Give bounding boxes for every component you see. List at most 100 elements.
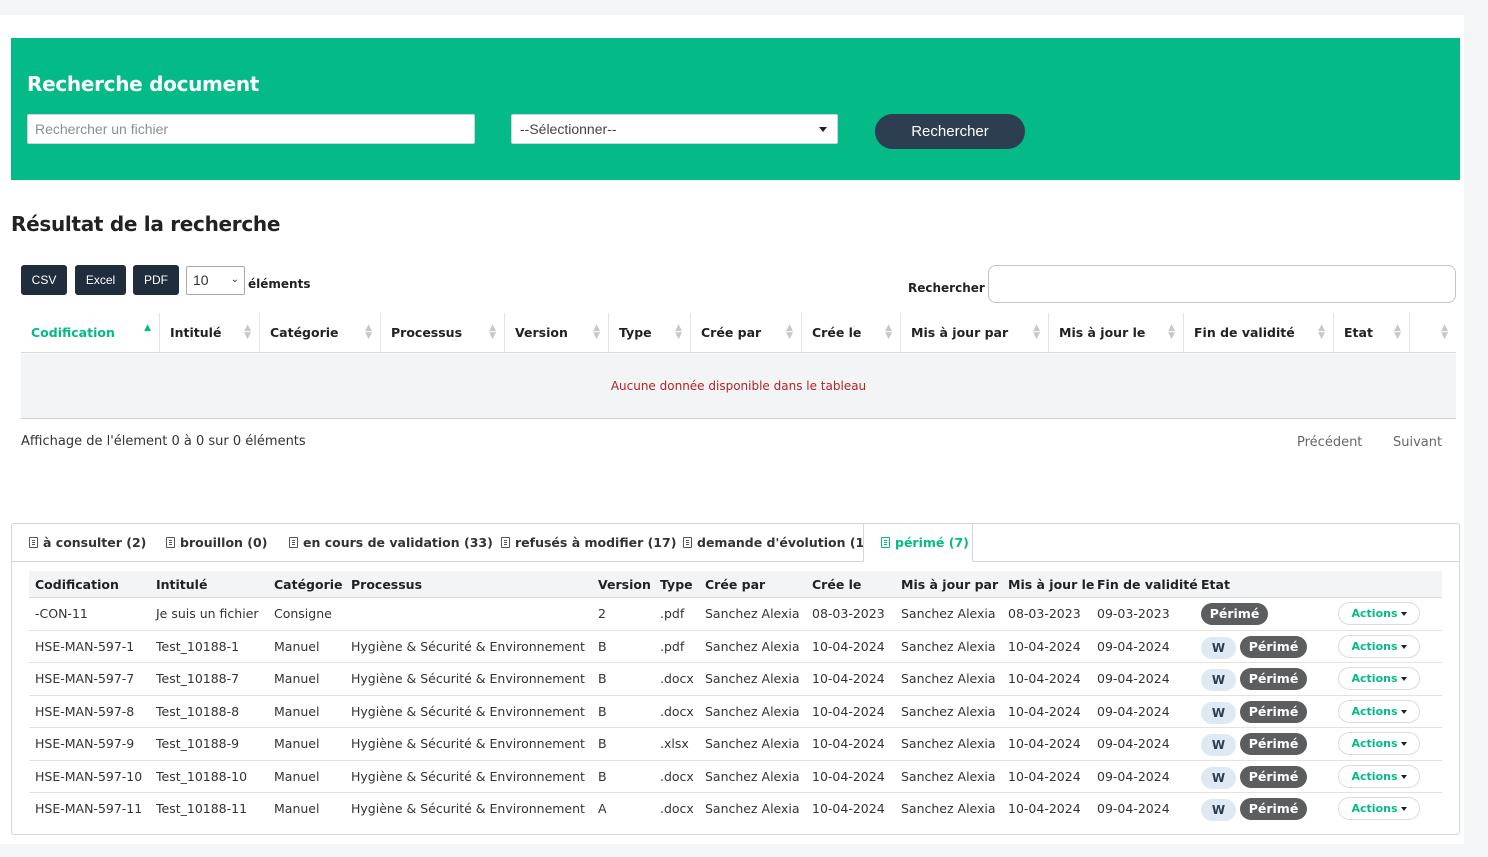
word-badge[interactable]: W [1201, 636, 1236, 659]
actions-label: Actions [1351, 639, 1398, 653]
cell-categorie: Manuel [274, 638, 320, 654]
word-badge[interactable]: W [1201, 701, 1236, 724]
cell-intitule: Test_10188-1 [156, 638, 240, 654]
column-header-type[interactable]: Type [660, 577, 693, 592]
cell-fin-de-validite: 09-04-2024 [1097, 801, 1170, 816]
word-badge[interactable]: W [1201, 766, 1236, 789]
sort-arrows-icon: ▲ [144, 323, 151, 333]
actions-dropdown-button[interactable]: Actions [1338, 667, 1420, 690]
column-header-cree-le[interactable]: Crée le [812, 577, 861, 592]
status-badge: Périmé [1201, 603, 1268, 625]
cell-processus: Hygiène & Sécurité & Environnement [351, 768, 585, 784]
export-excel-button[interactable]: Excel [75, 265, 126, 295]
actions-dropdown-button[interactable]: Actions [1338, 732, 1420, 755]
table-row: HSE-MAN-597-1 Test_10188-1 Manuel Hygiène &… [29, 631, 1442, 663]
column-header-codification[interactable]: Codification [35, 577, 119, 592]
cell-version: B [598, 671, 607, 686]
word-badge[interactable]: W [1201, 669, 1236, 691]
cell-intitule: Test_10188-9 [156, 736, 240, 751]
column-header-cree-le[interactable]: Crée le ▲ ▼ [802, 313, 901, 353]
cell-cree-par: Sanchez Alexia [705, 801, 800, 816]
status-badge: Périmé [1240, 635, 1307, 658]
cell-codification: HSE-MAN-597-8 [35, 703, 135, 719]
column-header-categorie[interactable]: Catégorie [274, 577, 343, 592]
category-select[interactable]: --Sélectionner-- [511, 114, 838, 144]
cell-version: B [598, 638, 607, 654]
cell-categorie: Manuel [274, 671, 320, 686]
cell-type: .docx [660, 768, 694, 784]
table-row: -CON-11 Je suis un fichier Consigne 2 .pdf Sa… [29, 598, 1442, 631]
cell-cree-par: Sanchez Alexia [705, 638, 800, 654]
cell-version: A [598, 801, 607, 816]
column-header-cree-par[interactable]: Crée par ▲ ▼ [691, 313, 802, 353]
cell-type: .docx [660, 703, 694, 719]
cell-fin-de-validite: 09-04-2024 [1097, 671, 1170, 686]
cell-intitule: Test_10188-10 [156, 768, 248, 784]
tab-en-cours-de-validation[interactable]: en cours de validation (33) [289, 524, 493, 562]
tab-refuses-a-modifier[interactable]: refusés à modifier (17) [501, 524, 676, 562]
column-header-processus[interactable]: Processus [351, 577, 422, 592]
caret-down-icon [1400, 774, 1407, 779]
cell-fin-de-validite: 09-03-2023 [1097, 606, 1170, 621]
tab-demande-d-evolution[interactable]: demande d'évolution (1) [683, 524, 870, 562]
column-header-categorie[interactable]: Catégorie ▲ ▼ [260, 313, 381, 353]
word-badge[interactable]: W [1201, 734, 1236, 756]
column-header-etat[interactable]: Etat [1201, 577, 1230, 592]
actions-dropdown-button[interactable]: Actions [1338, 602, 1420, 625]
search-panel: Recherche document --Sélectionner-- Rech… [11, 38, 1460, 180]
cell-processus: Hygiène & Sécurité & Environnement [351, 703, 585, 719]
column-header-cree-par[interactable]: Crée par [705, 577, 765, 592]
sort-arrows-icon: ▲ ▼ [489, 323, 496, 341]
column-header-codification[interactable]: Codification ▲ [21, 313, 160, 353]
column-header-processus[interactable]: Processus ▲ ▼ [381, 313, 505, 353]
table-search-label: Rechercher : [908, 281, 994, 295]
actions-dropdown-button[interactable]: Actions [1338, 764, 1420, 788]
sort-arrows-icon: ▲ ▼ [1441, 323, 1448, 341]
column-header-mis-a-jour-par[interactable]: Mis à jour par [901, 577, 998, 592]
cell-cree-par: Sanchez Alexia [705, 703, 800, 719]
column-header-type[interactable]: Type ▲ ▼ [609, 313, 691, 353]
tab-a-consulter[interactable]: à consulter (2) [29, 524, 146, 562]
search-button[interactable]: Rechercher [875, 114, 1025, 149]
word-badge[interactable]: W [1201, 799, 1236, 821]
page-length-select[interactable]: 10 ⌄ [186, 266, 245, 295]
column-header-version[interactable]: Version [598, 577, 651, 592]
pagination-previous[interactable]: Précédent [1297, 435, 1362, 450]
cell-categorie: Manuel [274, 801, 320, 816]
actions-dropdown-button[interactable]: Actions [1338, 634, 1420, 658]
column-header-fin-de-validite[interactable]: Fin de validité ▲ ▼ [1184, 313, 1334, 353]
chevron-down-icon: ⌄ [230, 274, 239, 285]
sort-arrows-icon: ▲ ▼ [786, 323, 793, 341]
column-header-etat[interactable]: Etat ▲ ▼ [1334, 313, 1410, 353]
actions-dropdown-button[interactable]: Actions [1338, 699, 1420, 723]
export-pdf-button[interactable]: PDF [133, 265, 179, 295]
cell-mis-a-jour-par: Sanchez Alexia [901, 768, 996, 784]
table-search-input[interactable] [988, 265, 1456, 303]
column-header-fin-de-validite[interactable]: Fin de validité [1097, 577, 1198, 592]
export-csv-button[interactable]: CSV [21, 265, 67, 295]
column-header-mis-a-jour-par[interactable]: Mis à jour par ▲ ▼ [901, 313, 1049, 353]
column-header-intitule[interactable]: Intitulé [156, 577, 207, 592]
column-header-intitule[interactable]: Intitulé ▲ ▼ [160, 313, 260, 353]
column-header-mis-a-jour-le[interactable]: Mis à jour le ▲ ▼ [1049, 313, 1184, 353]
results-table-header: Codification ▲ Intitulé ▲ ▼ Catégorie ▲ ▼ Pro… [21, 313, 1456, 353]
cell-cree-le: 10-04-2024 [812, 736, 885, 751]
column-header-actions[interactable]: ▲ ▼ [1410, 313, 1456, 353]
cell-mis-a-jour-le: 08-03-2023 [1008, 606, 1081, 621]
cell-processus: Hygiène & Sécurité & Environnement [351, 736, 585, 751]
cell-cree-le: 10-04-2024 [812, 703, 885, 719]
cell-codification: HSE-MAN-597-7 [35, 671, 135, 686]
cell-type: .pdf [660, 638, 685, 654]
cell-cree-par: Sanchez Alexia [705, 606, 800, 621]
sort-arrows-icon: ▲ ▼ [244, 323, 251, 341]
pagination-next[interactable]: Suivant [1393, 435, 1442, 450]
tab-brouillon[interactable]: brouillon (0) [166, 524, 267, 562]
file-search-input[interactable] [27, 114, 475, 144]
category-select-value: --Sélectionner-- [520, 121, 617, 137]
column-header-mis-a-jour-le[interactable]: Mis à jour le [1008, 577, 1094, 592]
tab-perime[interactable]: périmé (7) [863, 523, 973, 562]
actions-dropdown-button[interactable]: Actions [1338, 797, 1420, 820]
table-info: Affichage de l'élement 0 à 0 sur 0 éléme… [21, 434, 306, 449]
cell-type: .docx [660, 801, 694, 816]
column-header-version[interactable]: Version ▲ ▼ [505, 313, 609, 353]
